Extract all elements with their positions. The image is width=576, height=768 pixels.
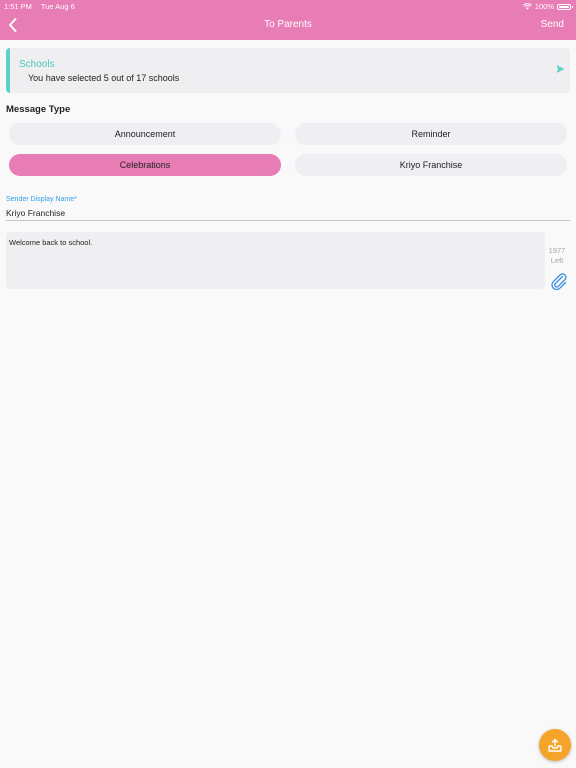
message-type-reminder[interactable]: Reminder: [295, 123, 567, 145]
outbox-tray-icon: [548, 738, 562, 752]
battery-percent: 100%: [534, 2, 554, 11]
chars-left-label: Left: [550, 256, 564, 265]
status-date: Tue Aug 6: [40, 2, 75, 11]
message-type-heading: Message Type: [6, 104, 71, 115]
sender-name-label: Sender Display Name*: [6, 196, 77, 203]
status-time: 1:51 PM: [4, 2, 32, 11]
chars-left-count: 1977: [548, 246, 566, 255]
send-arrow-icon: [556, 65, 565, 73]
send-button[interactable]: Send: [541, 19, 564, 30]
schools-selection-summary: You have selected 5 out of 17 schools: [28, 73, 180, 83]
schools-title: Schools: [19, 59, 55, 70]
message-type-kriyo-franchise[interactable]: Kriyo Franchise: [295, 154, 567, 176]
sender-name-input[interactable]: Kriyo Franchise: [6, 208, 65, 218]
sender-name-underline: [6, 220, 570, 221]
status-bar-left: 1:51 PM Tue Aug 6: [4, 2, 82, 11]
message-textarea[interactable]: Welcome back to school.: [6, 232, 545, 289]
message-type-celebrations[interactable]: Celebrations: [9, 154, 281, 176]
outbox-button[interactable]: [539, 729, 571, 761]
paperclip-icon[interactable]: [550, 272, 568, 290]
message-text: Welcome back to school.: [9, 238, 93, 247]
battery-icon: [557, 3, 573, 10]
nav-header: 1:51 PM Tue Aug 6 100% To Parents Send: [0, 0, 576, 40]
page-title: To Parents: [264, 19, 312, 30]
wifi-icon: [522, 3, 532, 10]
status-bar-right: 100%: [522, 2, 573, 11]
message-type-announcement[interactable]: Announcement: [9, 123, 281, 145]
character-counter: 1977 Left: [546, 246, 568, 266]
schools-selector[interactable]: Schools You have selected 5 out of 17 sc…: [6, 48, 570, 93]
